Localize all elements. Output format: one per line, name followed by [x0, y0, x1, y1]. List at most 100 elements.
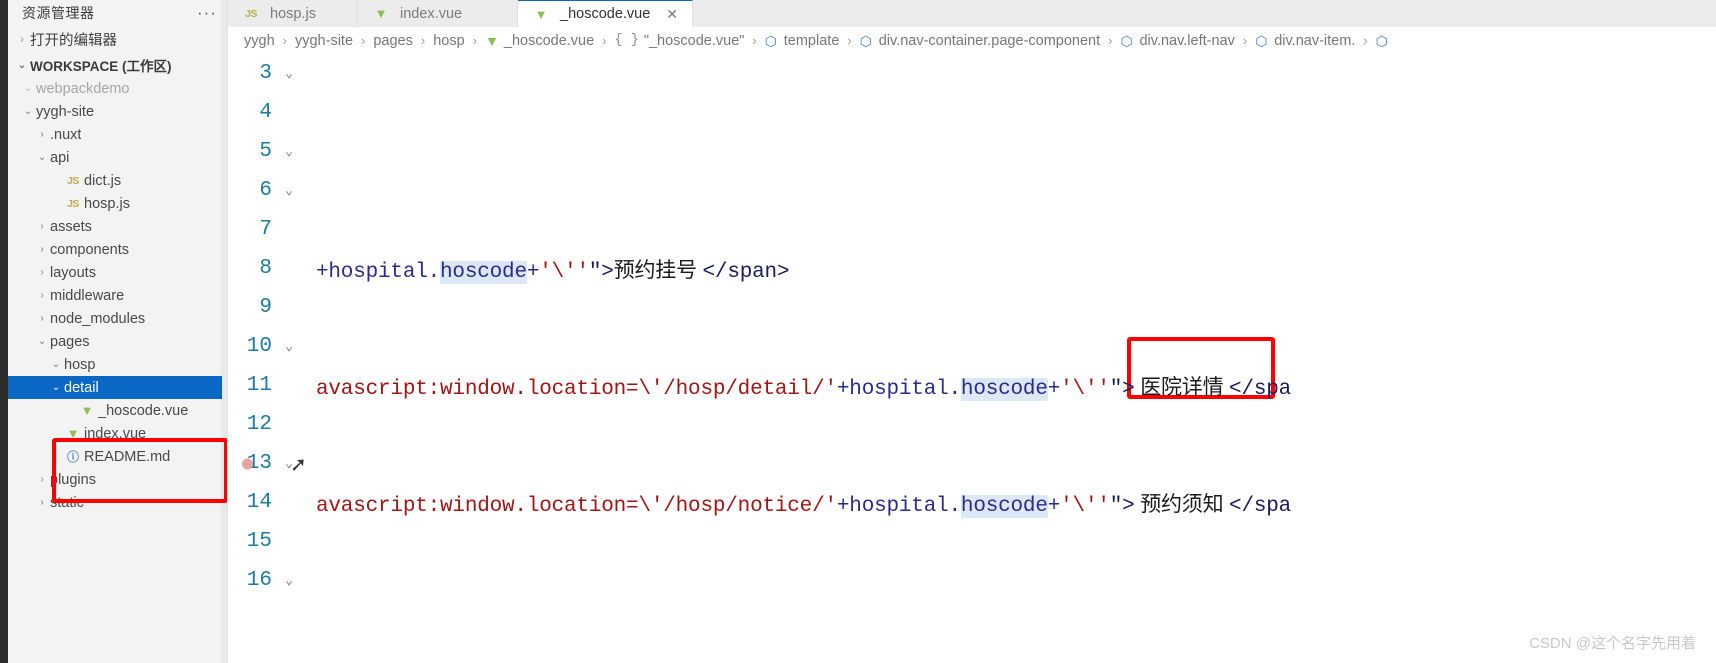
tree-item--nuxt[interactable]: › .nuxt: [8, 123, 227, 146]
code-line-4[interactable]: 4: [228, 93, 1716, 132]
fold-chevron-down-icon[interactable]: ⌄: [274, 66, 304, 81]
breadcrumb-label: hosp: [433, 32, 465, 49]
code-line-12[interactable]: 12: [228, 405, 1716, 444]
editor-tab-bar: JS hosp.js ▼ index.vue ▼ _hoscode.vue ✕: [228, 0, 1716, 27]
chevron-down-icon: ⌄: [37, 152, 47, 163]
code-editor[interactable]: ➚ 3 ⌄ 4 5 ⌄ 6 ⌄ 7 8 +hospital.hoscode+'\''">预约挂号 …: [228, 54, 1716, 663]
code-line-9[interactable]: 9: [228, 288, 1716, 327]
code-line-14[interactable]: 14 avascript:window.location=\'/hosp/noti…: [228, 483, 1716, 522]
chevron-down-icon: ⌄: [23, 83, 33, 94]
tree-item-readme-md[interactable]: ⓘ README.md: [8, 445, 227, 468]
breadcrumb-item-template[interactable]: ⬡ template: [765, 33, 840, 49]
tree-item-api[interactable]: ⌄ api: [8, 146, 227, 169]
fold-chevron-down-icon[interactable]: ⌄: [274, 339, 304, 354]
tree-item-dict-js[interactable]: JS dict.js: [8, 169, 227, 192]
editor-tab--hoscode-vue[interactable]: ▼ _hoscode.vue ✕: [518, 0, 694, 27]
tree-item-yygh-site[interactable]: ⌄ yygh-site: [8, 100, 227, 123]
code-line-11[interactable]: 11 avascript:window.location=\'/hosp/deta…: [228, 366, 1716, 405]
md-file-icon: ⓘ: [66, 450, 79, 464]
editor-tab-hosp-js[interactable]: JS hosp.js: [228, 0, 358, 27]
chevron-right-icon: ›: [40, 244, 44, 255]
tree-item-static[interactable]: › static: [8, 491, 227, 514]
highlighted-token: hoscode: [960, 377, 1048, 401]
line-number: 10: [246, 335, 272, 358]
breadcrumb-item-pages[interactable]: pages: [373, 33, 413, 49]
tree-item-label: pages: [50, 333, 90, 350]
cube-symbol-icon: ⬡: [859, 32, 872, 49]
more-actions-icon[interactable]: ···: [197, 4, 217, 21]
tree-item-detail[interactable]: ⌄ detail: [8, 376, 222, 399]
js-file-icon: JS: [245, 7, 257, 20]
breadcrumb-item-div-nav-item-[interactable]: ⬡ div.nav-item.: [1255, 33, 1355, 49]
breadcrumb: yygh › yygh-site › pages › hosp › ▼ _hoscode.vue ›…: [228, 27, 1716, 54]
code-line-16[interactable]: 16 ⌄: [228, 561, 1716, 600]
code-text: avascript:window.location=\'/hosp/notice…: [304, 488, 1291, 518]
breadcrumb-item--hoscode-vue[interactable]: ▼ _hoscode.vue: [485, 33, 594, 49]
tree-item-hosp-js[interactable]: JS hosp.js: [8, 192, 227, 215]
chevron-right-icon: ›: [40, 290, 44, 301]
code-line-13[interactable]: 13 ⌄: [228, 444, 1716, 483]
tree-item-webpackdemo[interactable]: ⌄ webpackdemo: [8, 77, 227, 100]
code-token: +hospital.: [836, 377, 961, 401]
code-token: +: [1047, 494, 1061, 518]
tree-item-middleware[interactable]: › middleware: [8, 284, 227, 307]
tree-item-label: README.md: [84, 448, 171, 465]
vscode-window: 资源管理器 ··· › 打开的编辑器 ⌄ WORKSPACE (工作区) ⌄ we…: [0, 0, 1716, 663]
line-number: 3: [259, 62, 272, 85]
code-line-8[interactable]: 8 +hospital.hoscode+'\''">预约挂号 </span>: [228, 249, 1716, 288]
fold-chevron-down-icon[interactable]: ⌄: [274, 144, 304, 159]
fold-chevron-down-icon[interactable]: ⌄: [274, 183, 304, 198]
code-token: avascript:window.location=\'/hosp/notice…: [316, 494, 837, 518]
code-line-15[interactable]: 15: [228, 522, 1716, 561]
tree-item-label: api: [50, 149, 70, 166]
explorer-sidebar: 资源管理器 ··· › 打开的编辑器 ⌄ WORKSPACE (工作区) ⌄ we…: [8, 0, 228, 663]
breakpoint-icon[interactable]: [242, 458, 253, 469]
breadcrumb-item--hoscode-vue-[interactable]: { } "_hoscode.vue": [615, 33, 745, 49]
breadcrumb-item-div-nav-left-nav[interactable]: ⬡ div.nav.left-nav: [1120, 33, 1234, 49]
breadcrumb-item-div-nav-container-page-component[interactable]: ⬡ div.nav-container.page-component: [860, 33, 1100, 49]
breadcrumb-item-yygh-site[interactable]: yygh-site: [295, 33, 353, 49]
tree-item-plugins[interactable]: › plugins: [8, 468, 227, 491]
sidebar-scrollbar[interactable]: [221, 0, 227, 663]
chevron-right-icon: ›: [40, 221, 44, 232]
breadcrumb-item-cube[interactable]: ⬡: [1376, 34, 1395, 48]
fold-chevron-down-icon[interactable]: ⌄: [274, 573, 304, 588]
code-line-6[interactable]: 6 ⌄: [228, 171, 1716, 210]
breadcrumb-item-yygh[interactable]: yygh: [244, 33, 275, 49]
watermark: CSDN @这个名字先用着: [1529, 635, 1696, 652]
chevron-down-icon: ⌄: [23, 106, 33, 117]
code-line-3[interactable]: 3 ⌄: [228, 54, 1716, 93]
open-editors-section[interactable]: › 打开的编辑器: [8, 26, 227, 53]
breadcrumb-item-hosp[interactable]: hosp: [433, 33, 464, 49]
code-token: +: [1047, 377, 1061, 401]
tree-item-node-modules[interactable]: › node_modules: [8, 307, 227, 330]
vue-file-icon: ▼: [374, 6, 388, 21]
tree-item-assets[interactable]: › assets: [8, 215, 227, 238]
chevron-down-icon: ⌄: [51, 359, 61, 370]
tree-item-label: layouts: [50, 264, 96, 281]
tree-item--hoscode-vue[interactable]: ▼ _hoscode.vue: [8, 399, 227, 422]
code-line-10[interactable]: 10 ⌄: [228, 327, 1716, 366]
vue-file-icon: ▼: [485, 32, 499, 49]
breadcrumb-label: template: [783, 32, 840, 49]
line-number: 16: [246, 569, 272, 592]
tree-item-layouts[interactable]: › layouts: [8, 261, 227, 284]
tree-item-pages[interactable]: ⌄ pages: [8, 330, 227, 353]
tree-item-hosp[interactable]: ⌄ hosp: [8, 353, 227, 376]
code-line-7[interactable]: 7: [228, 210, 1716, 249]
code-token: 预约须知: [1134, 492, 1230, 516]
editor-tab-index-vue[interactable]: ▼ index.vue: [358, 0, 518, 27]
code-line-5[interactable]: 5 ⌄: [228, 132, 1716, 171]
vue-file-icon: ▼: [80, 403, 94, 418]
code-token: ": [1109, 494, 1123, 518]
tree-item-index-vue[interactable]: ▼ index.vue: [8, 422, 227, 445]
breadcrumb-label: "_hoscode.vue": [643, 32, 745, 49]
close-icon[interactable]: ✕: [666, 6, 678, 23]
tree-item-label: .nuxt: [50, 126, 82, 143]
breadcrumb-separator-icon: ›: [472, 33, 478, 48]
fold-chevron-down-icon[interactable]: ⌄: [274, 456, 304, 471]
cube-symbol-icon: ⬡: [764, 32, 777, 49]
tree-item-components[interactable]: › components: [8, 238, 227, 261]
workspace-section[interactable]: ⌄ WORKSPACE (工作区): [8, 53, 227, 77]
code-token: '\'': [1060, 494, 1110, 518]
